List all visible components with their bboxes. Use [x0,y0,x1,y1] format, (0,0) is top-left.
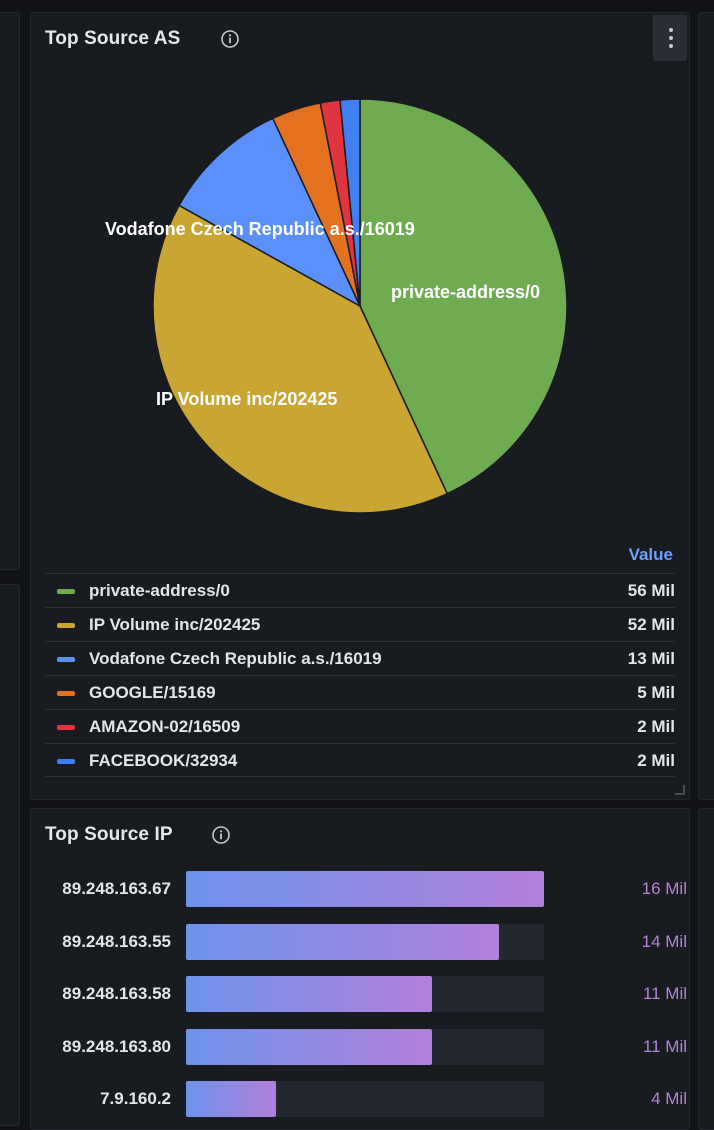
bar-value: 4 Mil [651,1089,687,1108]
right-panel-edge-top [698,12,714,800]
bar-value: 16 Mil [641,879,687,898]
bar-row: 89.248.163.55 14 Mil [31,922,687,962]
legend-label: private-address/0 [89,581,230,600]
bar-value: 11 Mil [642,1036,687,1056]
legend-swatch [57,725,75,730]
bar-row: 89.248.163.80 11 Mil [31,1027,687,1067]
bar-fill[interactable] [186,1081,276,1117]
legend-swatch [57,691,75,696]
bar-fill[interactable] [186,976,433,1012]
legend-label: Vodafone Czech Republic a.s./16019 [89,649,382,668]
legend-row[interactable]: GOOGLE/15169 5 Mil [45,675,675,709]
resize-handle[interactable] [675,785,685,795]
legend-swatch [57,589,75,594]
top-source-as-panel: Top Source AS private-address/0 IP Volume… [30,12,690,800]
left-panel-edge-top [0,12,20,570]
bar-label: 7.9.160.2 [100,1089,171,1108]
bar-track [186,1028,544,1065]
bar-row: 7.9.160.2 4 Mil [31,1079,687,1119]
legend-swatch [57,657,75,662]
legend-value: 56 Mil [627,581,675,600]
pie-chart: private-address/0 IP Volume inc/202425 Vod… [105,98,568,514]
bar-label: 89.248.163.58 [62,984,171,1003]
legend-value: 13 Mil [627,649,675,668]
legend-value: 2 Mil [637,717,675,736]
legend-value-header[interactable]: Value [45,541,675,573]
info-icon[interactable] [212,826,230,844]
bar-value: 11 Mil [642,984,687,1003]
bar-track [186,1081,544,1117]
legend-label: IP Volume inc/202425 [89,615,261,634]
legend-swatch [57,759,75,764]
legend-row[interactable]: private-address/0 56 Mil [45,573,675,607]
bar-row: 89.248.163.67 16 Mil [31,869,687,909]
bar-track [186,923,544,960]
legend-value: 2 Mil [637,751,675,770]
legend-label: GOOGLE/15169 [89,683,216,702]
bar-row: 89.248.163.58 11 Mil [31,974,687,1014]
left-panel-edge-bottom [0,584,20,1126]
bar-fill[interactable] [186,1028,433,1065]
bar-fill[interactable] [186,871,544,907]
legend-row[interactable]: Vodafone Czech Republic a.s./16019 13 Mil [45,641,675,675]
legend-row[interactable]: FACEBOOK/32934 2 Mil [45,743,675,777]
bar-label: 89.248.163.80 [62,1036,171,1056]
legend-label: FACEBOOK/32934 [89,751,238,770]
pie-slice-label-0: private-address/0 [391,282,540,302]
bar-label: 89.248.163.67 [62,879,171,898]
legend-row[interactable]: IP Volume inc/202425 52 Mil [45,607,675,641]
legend-value: 5 Mil [637,683,675,702]
bar-fill[interactable] [186,923,500,960]
panel-title: Top Source IP [45,824,173,845]
pie-legend: Value private-address/0 56 Mil IP Volume i… [45,541,675,777]
top-source-ip-panel: Top Source IP 89.248.163.67 16 Mil 89.248.… [30,808,690,1130]
legend-row[interactable]: AMAZON-02/16509 2 Mil [45,709,675,743]
bar-track [186,976,544,1012]
legend-swatch [57,623,75,628]
right-panel-edge-bottom [698,808,714,1130]
bar-label: 89.248.163.55 [62,931,171,951]
pie-slice-label-1: IP Volume inc/202425 [156,389,337,409]
bar-track [186,871,544,907]
bar-value: 14 Mil [641,931,687,951]
pie-slice-label-2: Vodafone Czech Republic a.s./16019 [105,219,415,239]
legend-label: AMAZON-02/16509 [89,717,241,736]
legend-value: 52 Mil [627,615,675,634]
